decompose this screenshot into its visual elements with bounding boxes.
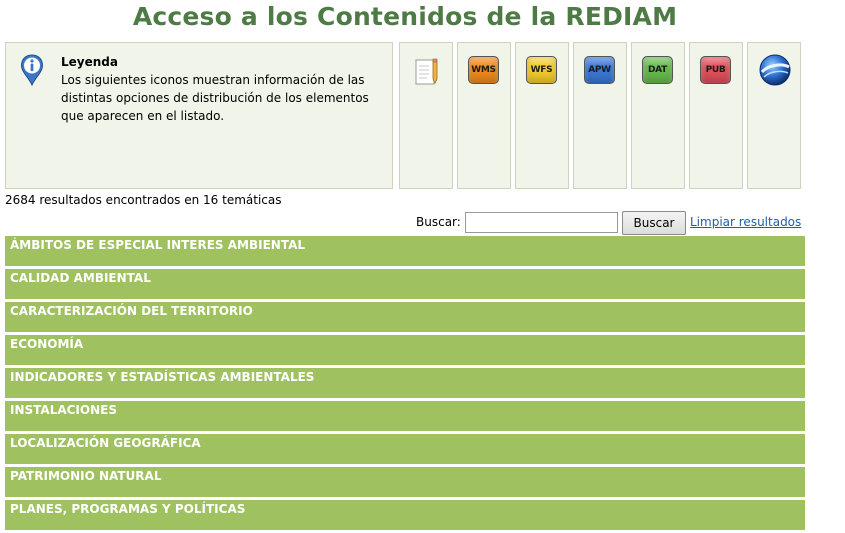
clear-results-link[interactable]: Limpiar resultados	[690, 215, 801, 229]
category-caracterizacion-territorio[interactable]: CARACTERIZACIÓN DEL TERRITORIO	[5, 302, 805, 332]
page-title: Acceso a los Contenidos de la REDIAM	[132, 2, 678, 31]
legend-description: Los siguientes iconos muestran informaci…	[61, 73, 369, 123]
apw-icon: APW	[584, 56, 615, 84]
legend-icon-cell-google-earth	[747, 42, 801, 189]
category-indicadores[interactable]: INDICADORES Y ESTADÍSTICAS AMBIENTALES	[5, 368, 805, 398]
dat-icon: DAT	[642, 56, 673, 84]
category-localizacion-geografica[interactable]: LOCALIZACIÓN GEOGRÁFICA	[5, 434, 805, 464]
legend-icon-cell-document	[399, 42, 453, 189]
category-planes-programas[interactable]: PLANES, PROGRAMAS Y POLÍTICAS	[5, 500, 805, 530]
legend-icon-cell-wms: WMS	[457, 42, 511, 189]
legend-icon-cell-dat: DAT	[631, 42, 685, 189]
category-economia[interactable]: ECONOMÍA	[5, 335, 805, 365]
info-icon	[20, 54, 44, 86]
legend-title: Leyenda	[61, 55, 118, 69]
wms-icon: WMS	[468, 56, 499, 84]
category-ambitos[interactable]: ÁMBITOS DE ESPECIAL INTERES AMBIENTAL	[5, 236, 805, 266]
wfs-icon: WFS	[526, 56, 557, 84]
results-summary: 2684 resultados encontrados en 16 temáti…	[5, 193, 282, 207]
legend-icon-cell-pub: PUB	[689, 42, 743, 189]
category-calidad-ambiental[interactable]: CALIDAD AMBIENTAL	[5, 269, 805, 299]
category-patrimonio-natural[interactable]: PATRIMONIO NATURAL	[5, 467, 805, 497]
category-list: ÁMBITOS DE ESPECIAL INTERES AMBIENTAL CA…	[5, 236, 805, 533]
pub-icon: PUB	[700, 56, 731, 84]
category-instalaciones[interactable]: INSTALACIONES	[5, 401, 805, 431]
google-earth-icon	[759, 54, 791, 86]
search-button[interactable]: Buscar	[622, 211, 686, 235]
search-label: Buscar:	[416, 215, 461, 229]
legend-panel: Leyenda Los siguientes iconos muestran i…	[5, 42, 393, 189]
document-icon	[415, 58, 438, 85]
search-input[interactable]	[465, 212, 618, 233]
legend-icon-cell-wfs: WFS	[515, 42, 569, 189]
legend-icon-cell-apw: APW	[573, 42, 627, 189]
